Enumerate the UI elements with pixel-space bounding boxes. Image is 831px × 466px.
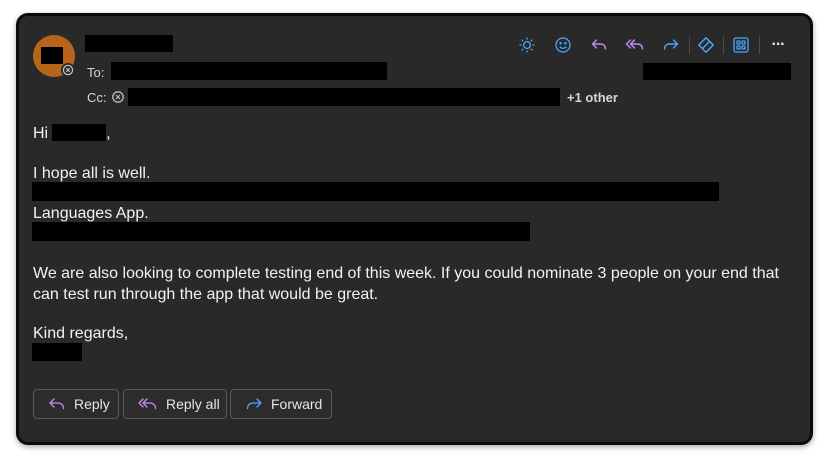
greeting-suffix: , bbox=[106, 125, 111, 142]
greeting: Hi, bbox=[33, 123, 111, 144]
forward-button[interactable]: Forward bbox=[230, 389, 332, 419]
forward-icon[interactable] bbox=[661, 35, 681, 55]
sun-icon[interactable] bbox=[517, 35, 537, 55]
forward-icon bbox=[246, 398, 262, 410]
more-label: ··· bbox=[771, 36, 786, 53]
reply-all-button-label: Reply all bbox=[166, 396, 220, 412]
more-icon[interactable]: ··· bbox=[768, 35, 788, 55]
reply-all-icon[interactable] bbox=[625, 35, 645, 55]
body-line-1: I hope all is well. bbox=[33, 165, 151, 182]
cc-recipients-redacted[interactable] bbox=[128, 88, 560, 106]
sender-name-redacted[interactable] bbox=[85, 35, 173, 52]
email-reading-pane: To: Cc: +1 other ··· Hi , I hope all is … bbox=[16, 13, 813, 445]
body-line-3: Languages App. bbox=[33, 205, 149, 222]
apps-icon[interactable] bbox=[731, 35, 751, 55]
body-line-2-redacted bbox=[32, 182, 719, 201]
to-recipient-redacted[interactable] bbox=[111, 62, 387, 80]
body-line-4-redacted bbox=[32, 222, 530, 241]
cc-label: Cc: bbox=[87, 90, 107, 105]
reply-all-button[interactable]: Reply all bbox=[123, 389, 227, 419]
body-paragraph-2-line-1: We are also looking to complete testing … bbox=[33, 265, 779, 282]
to-label: To: bbox=[87, 65, 105, 80]
cc-recipient-status-icon bbox=[111, 90, 125, 109]
emoji-icon[interactable] bbox=[553, 35, 573, 55]
reply-all-icon bbox=[138, 398, 157, 410]
body-paragraph-2-line-2: can test run through the app that would … bbox=[33, 286, 379, 303]
forward-button-label: Forward bbox=[271, 396, 323, 412]
cc-more-recipients[interactable]: +1 other bbox=[567, 90, 618, 105]
recipient-name-redacted bbox=[52, 124, 107, 141]
reply-button-label: Reply bbox=[74, 396, 110, 412]
reply-icon bbox=[49, 398, 65, 410]
redacted-initials bbox=[41, 47, 63, 64]
signature-redacted bbox=[32, 343, 82, 361]
toolbar-divider bbox=[689, 36, 690, 54]
toolbar-divider bbox=[723, 36, 724, 54]
greeting-prefix: Hi bbox=[33, 125, 49, 142]
sent-date-redacted bbox=[643, 63, 791, 80]
reply-button[interactable]: Reply bbox=[33, 389, 119, 419]
closing: Kind regards, bbox=[33, 325, 129, 342]
reply-icon[interactable] bbox=[589, 35, 609, 55]
presence-offline-icon bbox=[61, 63, 75, 77]
tag-icon[interactable] bbox=[696, 35, 716, 55]
toolbar-divider bbox=[759, 36, 760, 54]
